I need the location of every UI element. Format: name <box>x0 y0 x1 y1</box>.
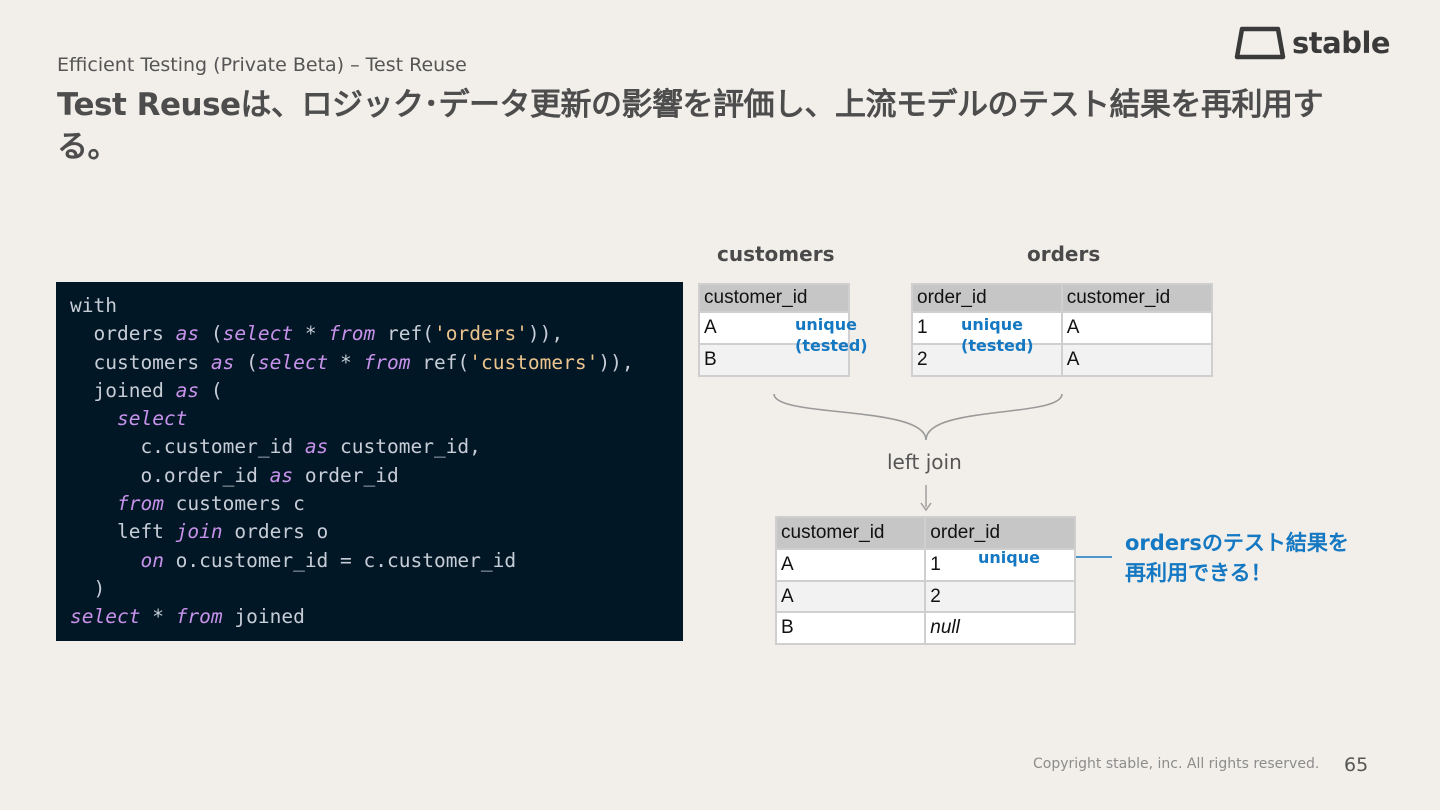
table-cell: null <box>924 611 1076 645</box>
table-cell: A <box>774 548 927 582</box>
page-number: 65 <box>1344 754 1369 776</box>
reuse-callout: ordersのテスト結果を 再利用できる！ <box>1125 531 1349 585</box>
copyright-text: Copyright stable, inc. All rights reserv… <box>1033 756 1320 772</box>
joined-unique-tag: unique <box>978 548 1040 567</box>
table-cell: B <box>774 611 927 645</box>
join-brace <box>773 393 1063 441</box>
connector-lines <box>773 393 1112 558</box>
left-join-label: left join <box>887 450 962 474</box>
table-cell: A <box>774 580 927 613</box>
table-header-cell: customer_id <box>774 516 927 550</box>
table-cell: 2 <box>924 580 1076 613</box>
table-header-cell: order_id <box>924 516 1076 550</box>
joined-table: customer_id order_id A 1 A 2 B null <box>774 516 1076 645</box>
